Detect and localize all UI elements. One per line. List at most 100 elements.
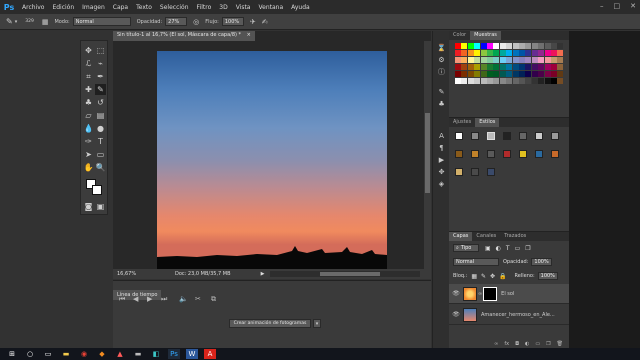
app-icon[interactable]: ▬	[132, 349, 144, 359]
app2-icon[interactable]: ◧	[150, 349, 162, 359]
tab-paths[interactable]: Trazados	[500, 232, 530, 241]
color-swatch[interactable]	[480, 57, 487, 63]
filter-smart-icon[interactable]: ❐	[525, 245, 530, 252]
color-swatch[interactable]	[461, 64, 468, 70]
color-swatch[interactable]	[551, 71, 557, 77]
media-icon[interactable]: ◆	[96, 349, 108, 359]
style-icon[interactable]	[487, 150, 495, 158]
color-swatch[interactable]	[474, 78, 481, 84]
style-icon[interactable]	[519, 132, 527, 140]
word-icon[interactable]: W	[186, 349, 198, 359]
marquee-tool-icon[interactable]: ⬚	[95, 45, 106, 56]
color-swatch[interactable]	[512, 57, 519, 63]
color-swatch[interactable]	[467, 71, 474, 77]
color-swatch[interactable]	[461, 50, 468, 56]
color-swatch[interactable]	[525, 57, 532, 63]
color-swatch[interactable]	[480, 43, 487, 49]
chain-icon[interactable]: ∞	[478, 291, 482, 297]
tab-swatches[interactable]: Muestras	[470, 31, 501, 40]
color-swatch[interactable]	[467, 43, 474, 49]
shape-tool-icon[interactable]: ▭	[95, 149, 106, 160]
horizontal-scrollbar[interactable]	[270, 271, 421, 277]
paragraph-panel-icon[interactable]: ¶	[437, 143, 446, 152]
scroll-thumb[interactable]	[425, 113, 430, 193]
blur-tool-icon[interactable]: 💧	[83, 123, 94, 134]
tab-layers[interactable]: Capas	[449, 232, 473, 241]
color-swatch[interactable]	[531, 64, 538, 70]
color-swatch[interactable]	[493, 57, 500, 63]
menu-ayuda[interactable]: Ayuda	[287, 4, 314, 11]
crop-tool-icon[interactable]: ⌗	[83, 71, 94, 82]
color-swatch[interactable]	[531, 78, 538, 84]
add-mask-icon[interactable]: ◘	[515, 341, 519, 347]
filter-adjust-icon[interactable]: ◐	[496, 245, 501, 252]
group-icon[interactable]: ▭	[535, 341, 540, 347]
lock-pixels-icon[interactable]: ▦	[471, 273, 477, 280]
style-icon[interactable]	[471, 150, 479, 158]
layer-row[interactable]: 👁 ∞ El sol	[449, 284, 569, 304]
color-swatch[interactable]	[519, 43, 525, 49]
menu-ventana[interactable]: Ventana	[254, 4, 287, 11]
trash-icon[interactable]: 🗑	[557, 341, 563, 347]
color-swatch[interactable]	[525, 64, 532, 70]
color-swatch[interactable]	[538, 64, 545, 70]
3d-panel-icon[interactable]: ◈	[437, 179, 446, 188]
size-pressure-button[interactable]: ✍	[262, 18, 268, 26]
prev-frame-icon[interactable]: ◀	[133, 295, 138, 303]
quick-select-tool-icon[interactable]: ⌁	[95, 58, 106, 69]
brush-tool-preset[interactable]: ✎ ▾	[6, 17, 17, 26]
color-swatch[interactable]	[461, 57, 468, 63]
color-swatch[interactable]	[531, 57, 538, 63]
color-swatch[interactable]	[499, 71, 506, 77]
style-icon[interactable]	[471, 168, 479, 176]
create-animation-dropdown[interactable]: ▾	[313, 319, 321, 328]
color-swatch[interactable]	[455, 78, 461, 84]
close-icon[interactable]: ✕	[630, 2, 636, 10]
color-swatch[interactable]	[480, 50, 487, 56]
color-swatch[interactable]	[480, 64, 487, 70]
info-panel-icon[interactable]: ⓘ	[437, 67, 446, 76]
history-panel-icon[interactable]: ⌛	[437, 43, 446, 52]
screen-mode-icon[interactable]: ▣	[95, 201, 106, 212]
menu-imagen[interactable]: Imagen	[78, 4, 109, 11]
color-swatch[interactable]	[467, 57, 474, 63]
properties-panel-icon[interactable]: ⚙	[437, 55, 446, 64]
type-tool-icon[interactable]: T	[95, 136, 106, 147]
color-swatch[interactable]	[487, 57, 493, 63]
layer-filter-select[interactable]: ⌕ Tipo	[453, 244, 479, 252]
actions-panel-icon[interactable]: ▶	[437, 155, 446, 164]
color-swatch[interactable]	[519, 64, 525, 70]
color-swatch[interactable]	[525, 43, 532, 49]
color-swatch[interactable]	[506, 43, 513, 49]
style-icon[interactable]	[551, 132, 559, 140]
style-icon[interactable]	[535, 132, 543, 140]
color-swatch[interactable]	[461, 43, 468, 49]
menu-edicion[interactable]: Edición	[48, 4, 78, 11]
tab-adjustments[interactable]: Ajustes	[449, 118, 475, 127]
color-swatch[interactable]	[474, 64, 481, 70]
create-frame-animation-button[interactable]: Crear animación de fotogramas	[229, 319, 311, 328]
color-swatch[interactable]	[525, 71, 532, 77]
style-icon[interactable]	[487, 132, 495, 140]
stamp-tool-icon[interactable]: ♣	[83, 97, 94, 108]
color-swatch[interactable]	[467, 64, 474, 70]
color-swatch[interactable]	[474, 71, 481, 77]
color-swatch[interactable]	[538, 43, 545, 49]
brush-size-picker[interactable]: 329	[25, 19, 34, 24]
dodge-tool-icon[interactable]: ●	[95, 123, 106, 134]
gradient-tool-icon[interactable]: ▤	[95, 110, 106, 121]
style-icon[interactable]	[519, 150, 527, 158]
airbrush-button[interactable]: ✈	[250, 18, 256, 26]
color-swatch[interactable]	[493, 64, 500, 70]
color-swatch[interactable]	[474, 57, 481, 63]
tab-styles[interactable]: Estilos	[475, 118, 500, 127]
maximize-icon[interactable]: □	[614, 2, 621, 10]
color-swatch[interactable]	[531, 43, 538, 49]
color-swatch[interactable]	[455, 50, 461, 56]
canvas-image[interactable]	[157, 51, 387, 271]
color-swatch[interactable]	[519, 71, 525, 77]
color-swatch[interactable]	[506, 78, 513, 84]
color-swatch[interactable]	[499, 78, 506, 84]
color-swatch[interactable]	[480, 78, 487, 84]
style-icon[interactable]	[455, 168, 463, 176]
